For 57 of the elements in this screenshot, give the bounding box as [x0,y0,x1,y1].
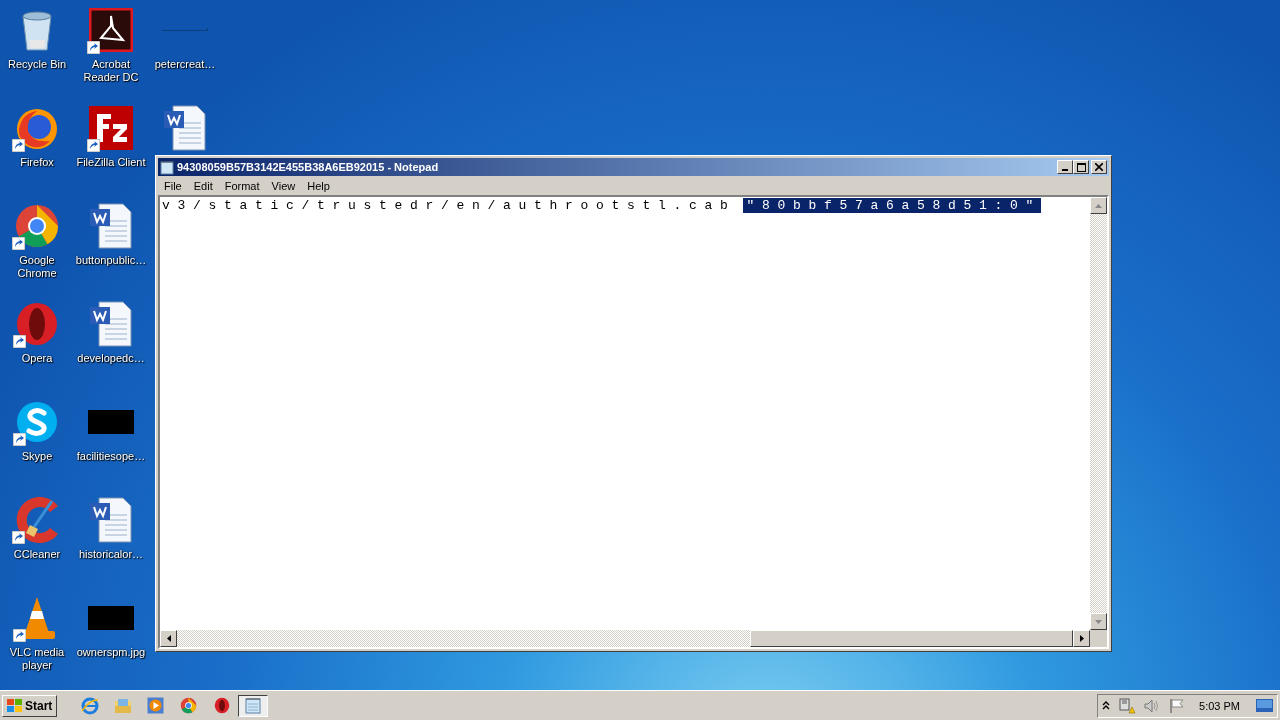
ie-icon[interactable] [80,696,99,715]
skype-icon[interactable] [15,400,59,444]
flag-icon[interactable] [1169,698,1186,713]
maximize-button[interactable] [1073,160,1089,174]
image-thumbnail-icon[interactable] [162,28,208,32]
menu-item[interactable]: Edit [187,179,219,192]
desktop-icon-label[interactable]: VLC media player [1,646,73,672]
desktop-icon-label[interactable]: developedc… [77,352,145,365]
desktop-icon-label[interactable]: Google Chrome [1,254,73,280]
scroll-left-arrow-icon[interactable] [166,635,171,642]
desktop-icon-label[interactable]: Opera [21,352,53,365]
selected-text: "80bbf57a6a58d51:0" [742,198,1042,213]
scroll-thumb[interactable] [750,630,1073,647]
word-document-icon[interactable] [163,105,207,151]
menu-item[interactable]: Format [218,179,266,192]
desktop-icon-label[interactable]: ownerspm.jpg [76,646,146,659]
desktop-icon-label[interactable]: buttonpublic… [75,254,147,267]
scroll-right-arrow-icon[interactable] [1079,635,1084,642]
menu-item[interactable]: View [265,179,302,192]
opera-icon[interactable] [15,301,59,347]
desktop-icon-label[interactable]: Firefox [20,156,54,169]
filezilla-icon[interactable] [89,106,133,150]
chevron-up-icon[interactable] [1102,701,1111,710]
word-document-icon[interactable] [89,497,133,543]
windows-logo-icon [7,698,23,713]
menu-item[interactable]: Help [301,179,336,192]
text-area[interactable]: v3/static/trustedr/en/authrootstl.cab "80bbf57a6a58d51:0" [160,197,1090,630]
word-document-icon[interactable] [89,301,133,347]
opera-icon[interactable] [213,697,230,714]
image-thumbnail-icon[interactable] [88,410,134,434]
desktop-icon-label[interactable]: Acrobat Reader DC [75,58,147,84]
maximize-icon [1076,162,1086,172]
desktop-icon-label[interactable]: Recycle Bin [7,58,67,71]
media-player-icon[interactable] [147,697,165,714]
image-thumbnail-icon[interactable] [88,606,134,630]
chrome-icon[interactable] [14,203,60,249]
notepad-icon [160,159,174,175]
desktop-icon-label[interactable]: CCleaner [13,548,61,561]
ccleaner-icon[interactable] [14,497,60,543]
taskbar-button[interactable] [238,694,269,717]
horizontal-scrollbar[interactable] [160,630,1090,647]
acrobat-icon[interactable] [89,8,133,52]
desktop-icon-label[interactable]: FileZilla Client [76,156,146,169]
clock[interactable]: 5:03 PM [1199,699,1240,712]
desktop-icon-label[interactable]: petercreat… [154,58,216,71]
start-button[interactable]: Start [2,694,58,717]
desktop-icon-label[interactable]: Skype [21,450,53,463]
close-button[interactable] [1091,160,1107,174]
menu-item[interactable]: File [158,179,188,192]
desktop-icon-label[interactable]: facilitiesope… [76,450,146,463]
close-icon [1095,163,1103,171]
chrome-icon[interactable] [180,697,198,714]
window-title: 94308059B57B3142E455B38A6EB92015 - Notepad [177,161,439,173]
minimize-button[interactable] [1057,160,1073,174]
desktop-icon-label[interactable]: historicalor… [78,548,144,561]
word-document-icon[interactable] [89,203,133,249]
text-line: v3/static/trustedr/en/authrootstl.cab [162,198,737,213]
